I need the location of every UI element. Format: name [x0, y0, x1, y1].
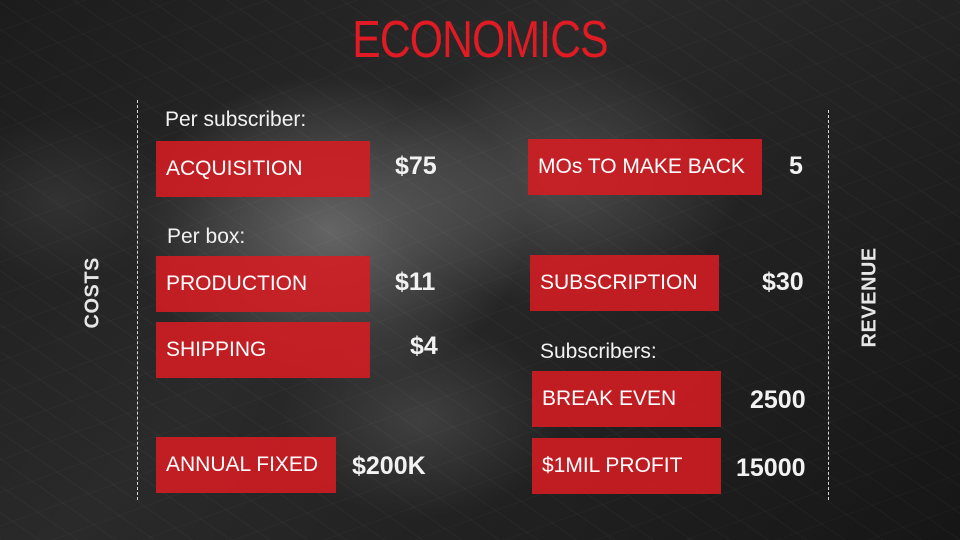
- costs-side-label: COSTS: [81, 257, 104, 329]
- background-map-photo: [0, 0, 960, 540]
- shipping-value: $4: [410, 332, 438, 360]
- costs-divider: [137, 100, 138, 500]
- months-to-make-back-label: MOs TO MAKE BACK: [528, 139, 762, 195]
- break-even-value: 2500: [750, 386, 806, 414]
- subscription-label: SUBSCRIPTION: [530, 255, 719, 311]
- per-box-heading: Per box:: [167, 225, 246, 248]
- production-label: PRODUCTION: [156, 256, 370, 312]
- acquisition-label: ACQUISITION: [156, 141, 370, 197]
- profit-label: $1MIL PROFIT: [532, 438, 721, 494]
- production-value: $11: [395, 268, 436, 296]
- revenue-divider: [828, 110, 829, 500]
- annual-fixed-value: $200K: [352, 452, 426, 480]
- per-subscriber-heading: Per subscriber:: [165, 108, 307, 131]
- shipping-label: SHIPPING: [156, 322, 370, 378]
- slide-title: ECONOMICS: [352, 11, 608, 69]
- profit-value: 15000: [736, 454, 806, 482]
- revenue-side-label: REVENUE: [858, 247, 881, 348]
- break-even-label: BREAK EVEN: [532, 371, 721, 427]
- months-to-make-back-value: 5: [789, 152, 803, 180]
- acquisition-value: $75: [395, 152, 437, 180]
- annual-fixed-label: ANNUAL FIXED: [156, 437, 336, 493]
- subscription-value: $30: [762, 268, 804, 296]
- subscribers-heading: Subscribers:: [540, 340, 657, 363]
